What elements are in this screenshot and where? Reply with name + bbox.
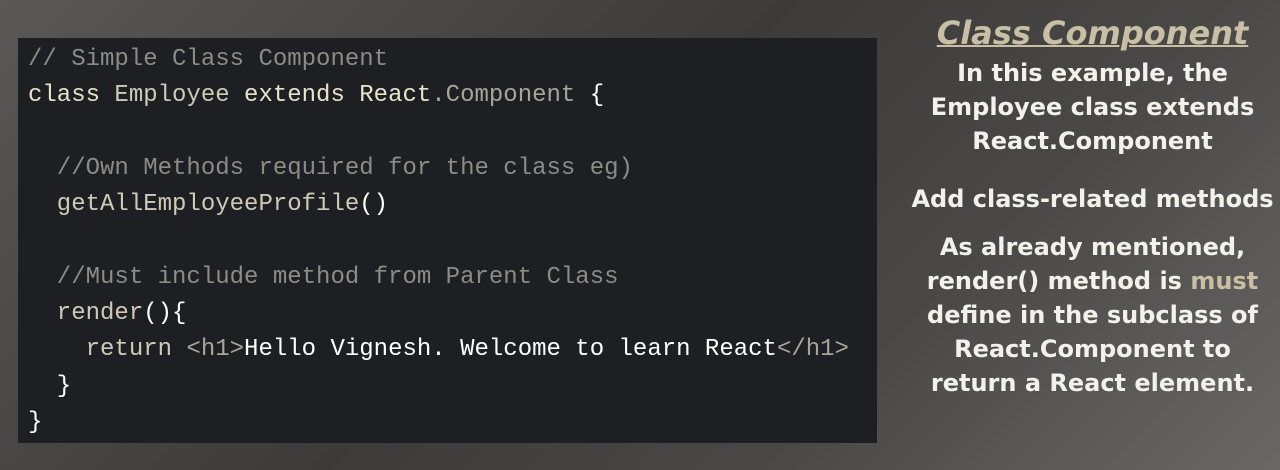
render-text-accent: must [1190,267,1259,295]
code-token: return [28,336,187,364]
code-token: Hello Vignesh. Welcome to learn React [244,336,777,364]
code-line: getAllEmployeeProfile() [28,187,877,223]
code-line: } [28,405,877,441]
panel-title: Class Component [936,14,1249,52]
paragraph-methods: Add class-related methods [911,185,1274,213]
code-token: getAllEmployeeProfile [28,191,360,219]
code-token: .Component [431,82,590,110]
render-text-2: define in the subclass of React.Componen… [927,301,1258,397]
code-token: } [28,408,43,436]
code-token: render [28,300,144,328]
code-line: class Employee extends React.Component { [28,78,877,114]
code-line: // Simple Class Component [28,42,877,78]
paragraph-extends: In this example, the Employee class exte… [930,59,1255,155]
code-token: () [359,191,389,219]
code-token: //Must include method from Parent Class [28,263,619,291]
code-token: (){ [143,300,187,328]
code-line: } [28,369,877,405]
code-line: return <h1>Hello Vignesh. Welcome to lea… [28,332,877,368]
code-line: //Must include method from Parent Class [28,260,877,296]
code-token: extends [244,82,360,110]
explanation-panel: Class Component In this example, the Emp… [905,10,1280,400]
code-token: class [28,82,115,110]
code-token: <h1> [186,336,245,364]
code-token: React [359,82,432,110]
code-block: // Simple Class Component class Employee … [18,38,877,443]
code-token: } [28,372,72,400]
code-line: //Own Methods required for the class eg) [28,151,877,187]
code-token: { [589,82,605,110]
code-token: </h1> [776,336,849,364]
code-line: render(){ [28,296,877,332]
code-token: Employee [114,82,245,110]
code-token: // Simple Class Component [28,46,389,73]
paragraph-render: As already mentioned, render() method is… [905,230,1280,400]
code-token: //Own Methods required for the class eg) [28,154,633,182]
